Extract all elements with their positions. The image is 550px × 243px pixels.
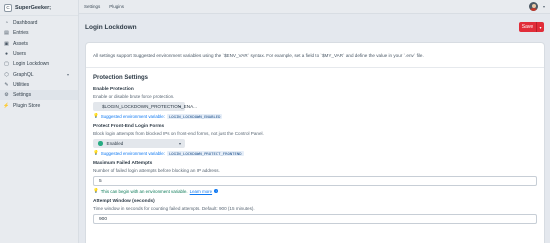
page-title: Login Lockdown [85,23,137,31]
sidebar-nav: ◔ Dashboard ▤ Entries ▣ Assets ● Users ▢… [0,16,78,111]
sidebar-item-label: Utilities [13,81,30,88]
sidebar-item-entries[interactable]: ▤ Entries [0,28,78,38]
breadcrumb-plugins[interactable]: Plugins [109,4,124,9]
sidebar-item-label: GraphQL [13,71,34,78]
sidebar-item-login-lockdown[interactable]: ▢ Login Lockdown [0,59,78,69]
enable-protection-field: Enable Protection Enable or disable brut… [86,87,544,119]
sidebar-item-label: Entries [13,30,29,37]
sidebar: C SuperGeeker; ◔ Dashboard ▤ Entries ▣ A… [0,0,79,243]
site-switcher[interactable]: C SuperGeeker; [0,0,78,16]
sidebar-item-plugin-store[interactable]: ⚡ Plugin Store [0,100,78,110]
breadcrumb-settings[interactable]: Settings [84,4,100,9]
sidebar-item-dashboard[interactable]: ◔ Dashboard [0,18,78,28]
site-badge: C [4,3,12,12]
field-label: Maximum Failed Attempts [93,161,153,166]
sidebar-item-assets[interactable]: ▣ Assets [0,39,78,49]
graphql-icon: ⬡ [4,71,9,78]
attempt-window-field: Attempt Window (seconds) Time window in … [86,199,544,224]
env-suggestion: 💡 Suggested environment variable: LOGIN_… [93,150,537,156]
plug-icon: ⚡ [3,102,10,109]
env-suggestion: 💡 Suggested environment variable: LOGIN_… [93,113,537,119]
status-dot [98,141,103,146]
save-button[interactable]: Save [519,22,536,32]
image-icon: ▣ [4,40,9,47]
max-attempts-field: Maximum Failed Attempts Number of failed… [86,161,544,194]
sidebar-item-label: Dashboard [13,20,38,27]
env-var-chip[interactable]: LOGIN_LOCKDOWN_ENABLED [166,113,223,119]
save-menu-button[interactable]: ▾ [536,22,544,32]
learn-more-link[interactable]: Learn more [190,189,212,194]
sidebar-item-utilities[interactable]: ✎ Utilities [0,80,78,90]
lightbulb-icon: 💡 [93,150,99,155]
lightbulb-icon: 💡 [93,188,99,193]
env-var-chip[interactable]: LOGIN_LOCKDOWN_PROTECT_FRONTEND [166,150,244,156]
wrench-icon: ✎ [4,81,9,88]
gear-icon: ⚙ [4,92,9,99]
avatar[interactable] [529,2,538,11]
gauge-icon: ◔ [4,20,9,27]
sidebar-item-users[interactable]: ● Users [0,49,78,59]
lightbulb-icon: 💡 [93,113,99,118]
chevron-down-icon: ▾ [178,104,181,109]
page-header: Login Lockdown Save ▾ [79,14,550,40]
chevron-down-icon[interactable]: ▾ [543,4,545,9]
sidebar-item-label: Plugin Store [13,102,41,109]
chevron-down-icon[interactable]: ▾ [67,72,69,77]
field-help: Number of failed login attempts before b… [93,168,220,173]
sidebar-item-graphql[interactable]: ⬡ GraphQL ▾ [0,69,78,79]
field-help: Time window in seconds for counting fail… [93,206,255,211]
settings-card: All settings support Suggested environme… [86,43,544,243]
max-attempts-input[interactable]: 5 [93,176,537,186]
info-icon: i [214,189,219,193]
sidebar-item-label: Settings [13,92,32,99]
users-icon: ● [4,51,9,58]
sidebar-item-label: Assets [13,40,29,47]
env-note: All settings support Suggested environme… [93,53,424,58]
sidebar-item-label: Login Lockdown [13,61,50,68]
field-label: Protect Front-End Login Forms [93,124,165,129]
save-button-group: Save ▾ [519,22,544,32]
chevron-down-icon: ▾ [539,24,542,30]
enable-protection-select[interactable]: $LOGIN_LOCKDOWN_PROTECTION_ENA... ▾ [93,102,197,111]
tip-text: This can begin with an environment varia… [100,188,188,194]
field-label: Enable Protection [93,87,134,92]
breadcrumb: Settings Plugins ▾ [79,0,550,14]
env-tip: 💡 This can begin with an environment var… [93,188,537,194]
sidebar-item-settings[interactable]: ⚙ Settings [0,90,78,101]
newspaper-icon: ▤ [4,30,9,37]
protect-frontend-field: Protect Front-End Login Forms Block logi… [86,124,544,156]
field-label: Attempt Window (seconds) [93,199,155,204]
protect-frontend-select[interactable]: Enabled ▾ [93,139,185,148]
suggest-text: Suggested environment variable: [100,113,165,119]
attempt-window-input[interactable]: 900 [93,214,537,224]
section-title: Protection Settings [93,75,149,81]
sidebar-item-label: Users [13,51,27,58]
select-value: Enabled [106,141,124,146]
chevron-down-icon: ▾ [178,141,181,146]
suggest-text: Suggested environment variable: [100,150,165,156]
site-name: SuperGeeker; [15,4,52,11]
select-value: $LOGIN_LOCKDOWN_PROTECTION_ENA... [102,104,197,109]
field-help: Enable or disable brute force protection… [93,94,175,99]
field-help: Block login attempts from blocked IPs on… [93,131,264,136]
lock-icon: ▢ [4,61,9,68]
